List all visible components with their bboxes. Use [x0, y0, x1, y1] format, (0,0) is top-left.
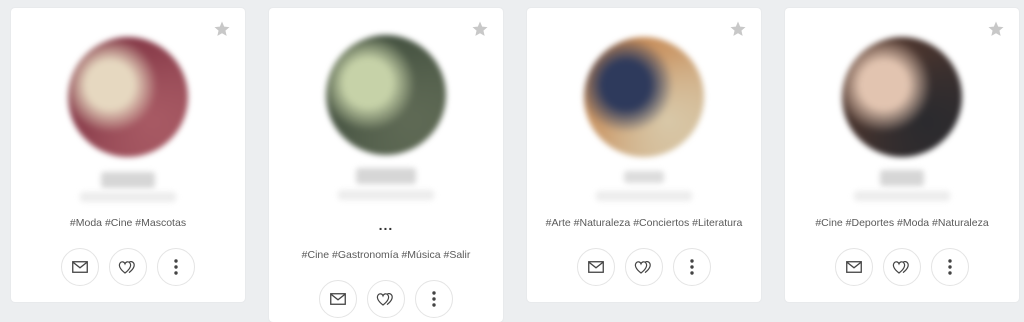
profile-card[interactable]: #Moda #Cine #Mascotas	[11, 8, 245, 302]
bio-ellipsis: ...	[378, 217, 394, 233]
profile-card[interactable]: ... #Cine #Gastronomía #Música #Salir	[269, 8, 503, 322]
card-actions	[269, 280, 503, 318]
vertical-dots-icon	[690, 259, 694, 275]
vertical-dots-icon	[432, 291, 436, 307]
subtitle-redacted	[596, 191, 692, 201]
star-icon[interactable]	[471, 20, 489, 38]
interest-tags: #Cine #Deportes #Moda #Naturaleza	[815, 217, 989, 229]
subtitle-redacted	[338, 190, 434, 200]
vertical-dots-icon	[174, 259, 178, 275]
more-options-button[interactable]	[415, 280, 453, 318]
interest-tags: #Arte #Naturaleza #Conciertos #Literatur…	[545, 217, 743, 229]
name-redacted	[624, 171, 664, 183]
subtitle-redacted	[854, 191, 950, 201]
like-button[interactable]	[367, 280, 405, 318]
card-actions	[11, 248, 245, 286]
envelope-icon	[846, 261, 862, 273]
card-actions	[527, 248, 761, 286]
envelope-icon	[72, 261, 88, 273]
message-button[interactable]	[319, 280, 357, 318]
double-heart-icon	[118, 260, 135, 274]
double-heart-icon	[634, 260, 651, 274]
double-heart-icon	[892, 260, 909, 274]
profile-card[interactable]: #Arte #Naturaleza #Conciertos #Literatur…	[527, 8, 761, 302]
envelope-icon	[588, 261, 604, 273]
name-redacted	[356, 168, 416, 184]
card-actions	[785, 248, 1019, 286]
avatar[interactable]	[68, 37, 188, 157]
message-button[interactable]	[577, 248, 615, 286]
like-button[interactable]	[883, 248, 921, 286]
interest-tags: #Cine #Gastronomía #Música #Salir	[301, 249, 471, 261]
profile-card[interactable]: #Cine #Deportes #Moda #Naturaleza	[785, 8, 1019, 302]
more-options-button[interactable]	[673, 248, 711, 286]
vertical-dots-icon	[948, 259, 952, 275]
avatar[interactable]	[584, 37, 704, 157]
envelope-icon	[330, 293, 346, 305]
star-icon[interactable]	[729, 20, 747, 38]
name-redacted	[880, 170, 924, 186]
message-button[interactable]	[61, 248, 99, 286]
avatar[interactable]	[842, 37, 962, 157]
interest-tags: #Moda #Cine #Mascotas	[69, 217, 187, 229]
message-button[interactable]	[835, 248, 873, 286]
more-options-button[interactable]	[157, 248, 195, 286]
double-heart-icon	[376, 292, 393, 306]
like-button[interactable]	[109, 248, 147, 286]
name-redacted	[101, 172, 155, 188]
avatar[interactable]	[326, 35, 446, 155]
star-icon[interactable]	[213, 20, 231, 38]
more-options-button[interactable]	[931, 248, 969, 286]
subtitle-redacted	[80, 192, 176, 202]
star-icon[interactable]	[987, 20, 1005, 38]
like-button[interactable]	[625, 248, 663, 286]
